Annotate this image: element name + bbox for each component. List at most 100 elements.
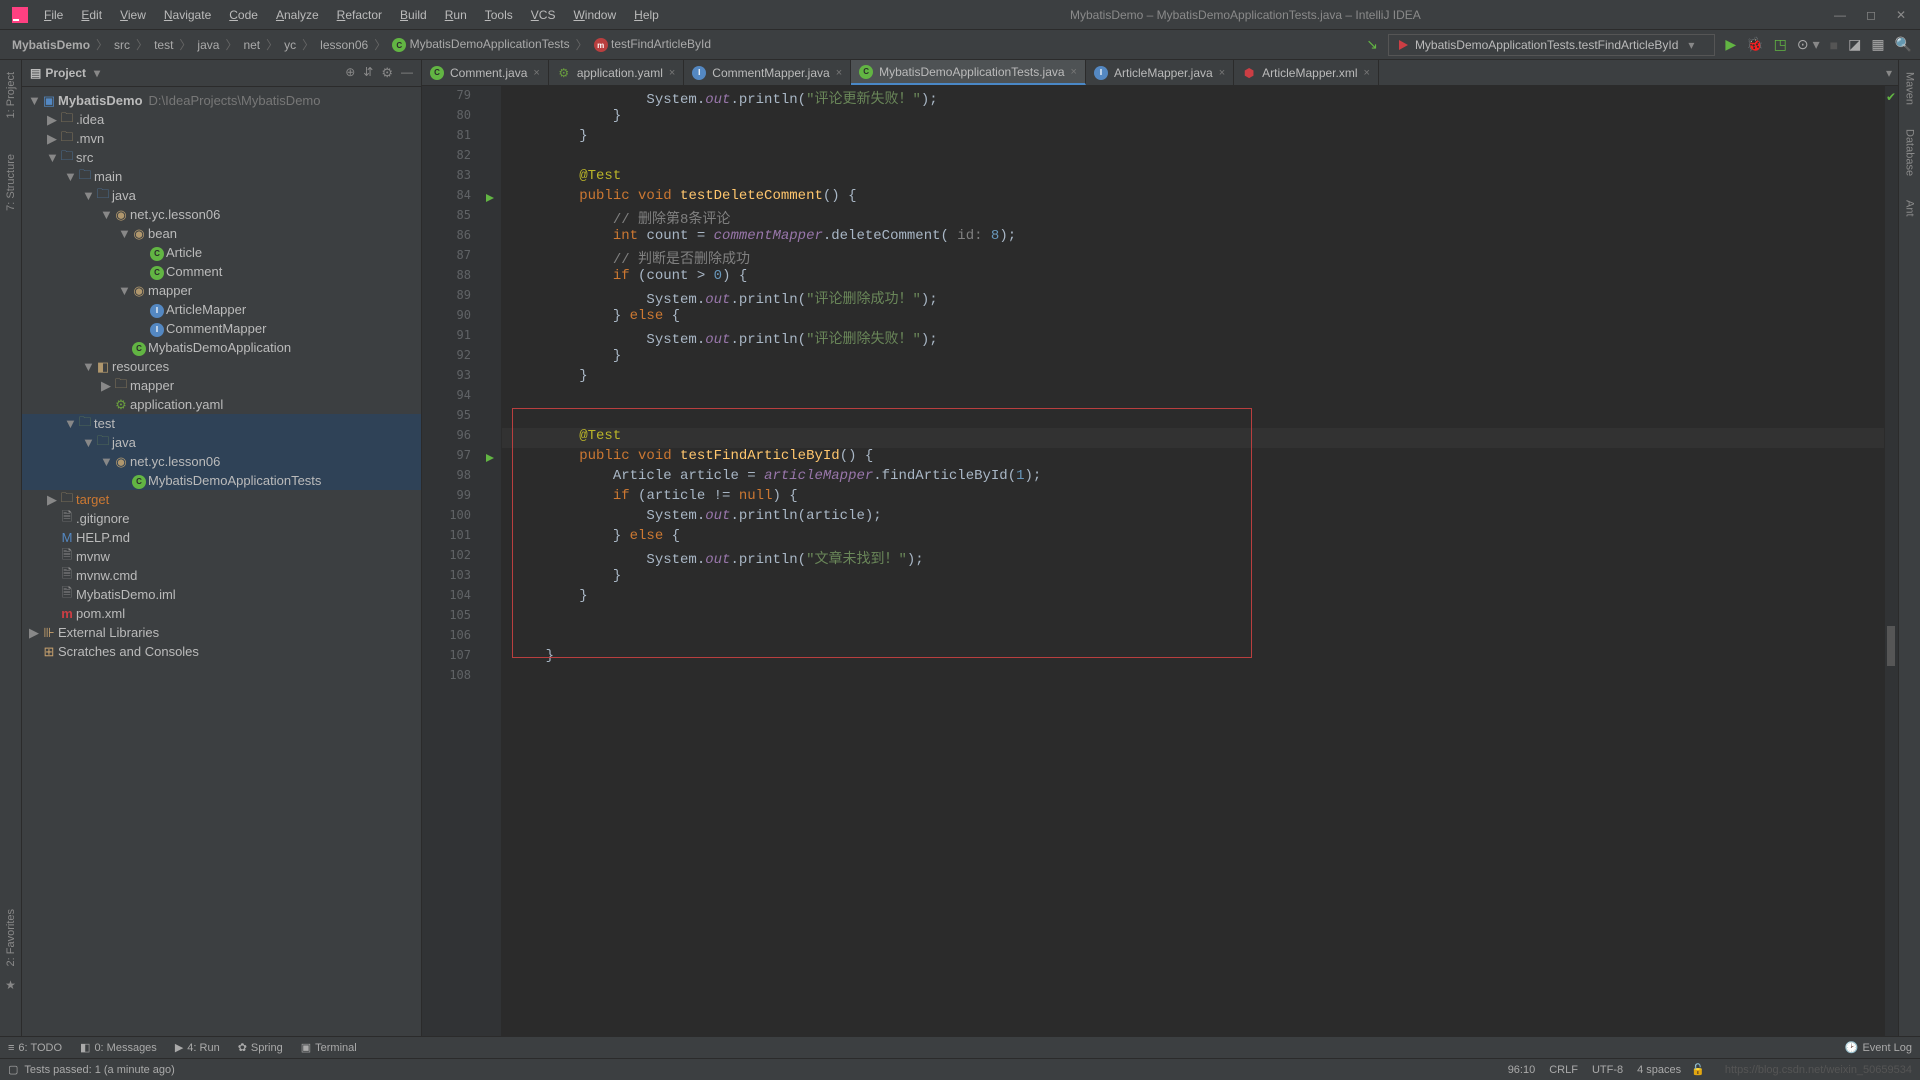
tab-close-icon[interactable]: × (1364, 67, 1370, 79)
menu-build[interactable]: Build (392, 4, 435, 26)
tool-window-button[interactable]: ≡6: TODO (8, 1041, 62, 1054)
menu-help[interactable]: Help (626, 4, 667, 26)
breadcrumbs[interactable]: MybatisDemo〉src〉test〉java〉net〉yc〉lesson0… (8, 35, 1366, 55)
status-item[interactable]: UTF-8 (1592, 1064, 1623, 1076)
minimize-icon[interactable]: — (1834, 8, 1846, 22)
code-line[interactable]: System.out.println("评论删除成功！"); (502, 288, 1884, 308)
status-item[interactable]: 96:10 (1508, 1064, 1536, 1076)
code-line[interactable]: } else { (502, 528, 1884, 548)
tree-item[interactable]: 🗎.gitignore (22, 509, 421, 528)
debug-button[interactable]: 🐞 (1746, 36, 1763, 53)
code-line[interactable] (502, 388, 1884, 408)
status-item[interactable]: CRLF (1549, 1064, 1578, 1076)
stop-button[interactable]: ■ (1830, 37, 1838, 53)
crumb-6[interactable]: lesson06 (316, 36, 372, 54)
tree-item[interactable]: ▶🗀.idea (22, 110, 421, 129)
menu-edit[interactable]: Edit (73, 4, 110, 26)
crumb-7[interactable]: C MybatisDemoApplicationTests (388, 35, 573, 55)
marker-bar[interactable]: ✔ (1884, 86, 1898, 1036)
code-line[interactable]: System.out.println("评论删除失败！"); (502, 328, 1884, 348)
code-line[interactable] (502, 628, 1884, 648)
tree-item[interactable]: ⚙application.yaml (22, 395, 421, 414)
editor-tab[interactable]: ICommentMapper.java× (684, 60, 851, 85)
tree-item[interactable]: ▼◉net.yc.lesson06 (22, 452, 421, 471)
close-icon[interactable]: ✕ (1896, 8, 1906, 22)
panel-title[interactable]: Project (45, 66, 86, 80)
code-line[interactable]: } (502, 368, 1884, 388)
code-line[interactable]: } (502, 108, 1884, 128)
code-line[interactable]: System.out.println(article); (502, 508, 1884, 528)
menu-navigate[interactable]: Navigate (156, 4, 219, 26)
tree-item[interactable]: ▶🗀target (22, 490, 421, 509)
crumb-4[interactable]: net (239, 36, 264, 54)
editor-gutter[interactable]: 7980818283848586878889909192939495969798… (422, 86, 502, 1036)
status-icon[interactable]: ▢ (8, 1063, 18, 1076)
tree-item[interactable]: CArticle (22, 243, 421, 262)
crumb-0[interactable]: MybatisDemo (8, 36, 94, 54)
code-line[interactable]: // 删除第8条评论 (502, 208, 1884, 228)
code-line[interactable]: public void testDeleteComment() { (502, 188, 1884, 208)
editor-tab[interactable]: IArticleMapper.java× (1086, 60, 1234, 85)
event-log-button[interactable]: 🕑Event Log (1845, 1041, 1912, 1054)
tree-item[interactable]: ▼🗀main (22, 167, 421, 186)
tool-window-button[interactable]: ▶4: Run (175, 1041, 220, 1054)
update-button[interactable]: ◪ (1848, 36, 1861, 53)
code-line[interactable]: public void testFindArticleById() { (502, 448, 1884, 468)
tree-item[interactable]: ▶🗀mapper (22, 376, 421, 395)
profile-button[interactable]: ⊙▾ (1797, 36, 1820, 53)
tab-close-icon[interactable]: × (836, 67, 842, 79)
tree-item[interactable]: CComment (22, 262, 421, 281)
editor-tab[interactable]: ⚙application.yaml× (549, 60, 684, 85)
code-line[interactable]: @Test (502, 168, 1884, 188)
tree-item[interactable]: IArticleMapper (22, 300, 421, 319)
menu-analyze[interactable]: Analyze (268, 4, 327, 26)
code-line[interactable] (502, 148, 1884, 168)
code-line[interactable] (502, 608, 1884, 628)
code-line[interactable]: System.out.println("文章未找到！"); (502, 548, 1884, 568)
build-icon[interactable]: ↘ (1366, 36, 1378, 53)
crumb-2[interactable]: test (150, 36, 177, 54)
code-line[interactable]: } (502, 128, 1884, 148)
code-line[interactable]: } (502, 348, 1884, 368)
menu-window[interactable]: Window (565, 4, 624, 26)
editor-tab[interactable]: CMybatisDemoApplicationTests.java× (851, 60, 1086, 85)
code-line[interactable]: // 判断是否删除成功 (502, 248, 1884, 268)
tool-window-button[interactable]: ◧0: Messages (80, 1041, 157, 1054)
menu-view[interactable]: View (112, 4, 154, 26)
project-tree[interactable]: ▼▣MybatisDemoD:\IdeaProjects\MybatisDemo… (22, 87, 421, 1036)
menu-file[interactable]: File (36, 4, 71, 26)
code-line[interactable]: System.out.println("评论更新失败！"); (502, 88, 1884, 108)
tree-item[interactable]: ▼🗀test (22, 414, 421, 433)
crumb-5[interactable]: yc (280, 36, 300, 54)
tree-item[interactable]: MHELP.md (22, 528, 421, 547)
code-line[interactable]: if (count > 0) { (502, 268, 1884, 288)
tree-item[interactable]: ▼🗀src (22, 148, 421, 167)
code-line[interactable]: int count = commentMapper.deleteComment(… (502, 228, 1884, 248)
lock-icon[interactable]: 🔓 (1691, 1063, 1705, 1076)
tree-item[interactable]: ▼◧resources (22, 357, 421, 376)
tab-close-icon[interactable]: × (669, 67, 675, 79)
favorites-tool-button[interactable]: 2: Favorites (5, 901, 17, 974)
tree-item[interactable]: 🗎MybatisDemo.iml (22, 585, 421, 604)
status-item[interactable]: 4 spaces (1637, 1064, 1681, 1076)
tree-item[interactable]: ▼◉net.yc.lesson06 (22, 205, 421, 224)
tree-item[interactable]: ⊞Scratches and Consoles (22, 642, 421, 661)
run-gutter-icon[interactable] (485, 192, 495, 206)
tab-close-icon[interactable]: × (1071, 66, 1077, 78)
tool-window-button[interactable]: ✿Spring (238, 1041, 283, 1054)
run-gutter-icon[interactable] (485, 452, 495, 466)
tab-close-icon[interactable]: × (533, 67, 539, 79)
maximize-icon[interactable]: ◻ (1866, 8, 1876, 22)
run-config-selector[interactable]: MybatisDemoApplicationTests.testFindArti… (1388, 34, 1715, 56)
tree-item[interactable]: ICommentMapper (22, 319, 421, 338)
tree-item[interactable]: CMybatisDemoApplicationTests (22, 471, 421, 490)
code-line[interactable]: if (article != null) { (502, 488, 1884, 508)
structure-tool-button[interactable]: 7: Structure (5, 146, 17, 219)
code-line[interactable]: } else { (502, 308, 1884, 328)
tree-item[interactable]: 🗎mvnw.cmd (22, 566, 421, 585)
code-area[interactable]: System.out.println("评论更新失败！"); } } @Test… (502, 86, 1884, 1036)
tree-item[interactable]: ▼◉bean (22, 224, 421, 243)
code-line[interactable]: } (502, 648, 1884, 668)
tree-item[interactable]: ▼▣MybatisDemoD:\IdeaProjects\MybatisDemo (22, 91, 421, 110)
scrollbar-thumb[interactable] (1887, 626, 1895, 666)
